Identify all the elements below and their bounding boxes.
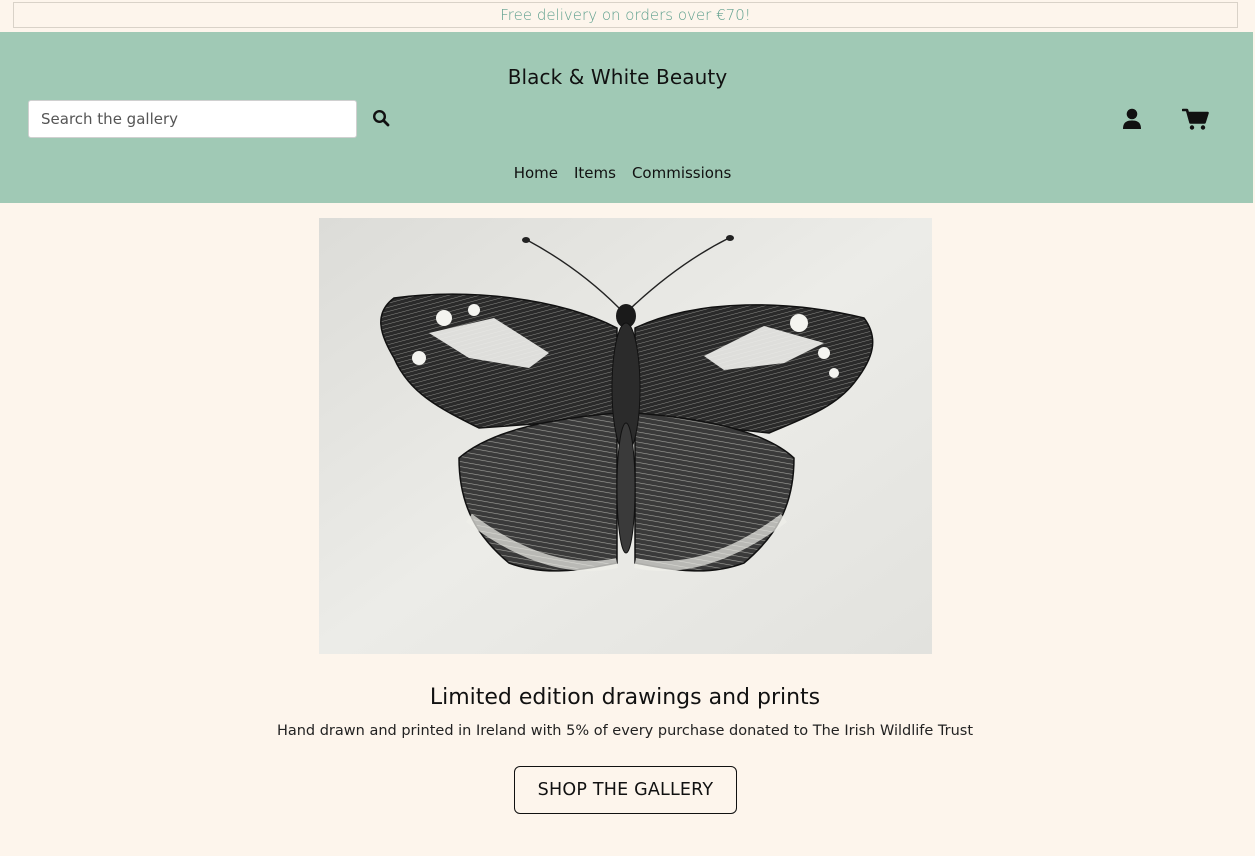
- hero-butterfly-image: [319, 218, 932, 654]
- hero-subline: Hand drawn and printed in Ireland with 5…: [276, 723, 974, 739]
- search-button[interactable]: [370, 108, 392, 130]
- shopping-cart-icon[interactable]: [1181, 107, 1210, 131]
- announcement-bar: Free delivery on orders over €70!: [0, 0, 1255, 32]
- site-header: Black & White Beauty Home Items Commissi…: [0, 32, 1253, 203]
- main-nav: Home Items Commissions: [0, 164, 1245, 182]
- brand-title[interactable]: Black & White Beauty: [0, 65, 1235, 89]
- nav-item-commissions[interactable]: Commissions: [632, 164, 731, 182]
- banner-text: Free delivery on orders over €70!: [500, 6, 751, 24]
- hero-tagline: Limited edition drawings and prints: [429, 685, 821, 710]
- nav-item-items[interactable]: Items: [574, 164, 616, 182]
- search-input[interactable]: [28, 100, 357, 138]
- shop-gallery-button[interactable]: SHOP THE GALLERY: [514, 766, 737, 814]
- user-icon[interactable]: [1120, 107, 1144, 131]
- free-delivery-banner: Free delivery on orders over €70!: [13, 2, 1238, 28]
- search-icon: [372, 109, 390, 126]
- nav-item-home[interactable]: Home: [514, 164, 558, 182]
